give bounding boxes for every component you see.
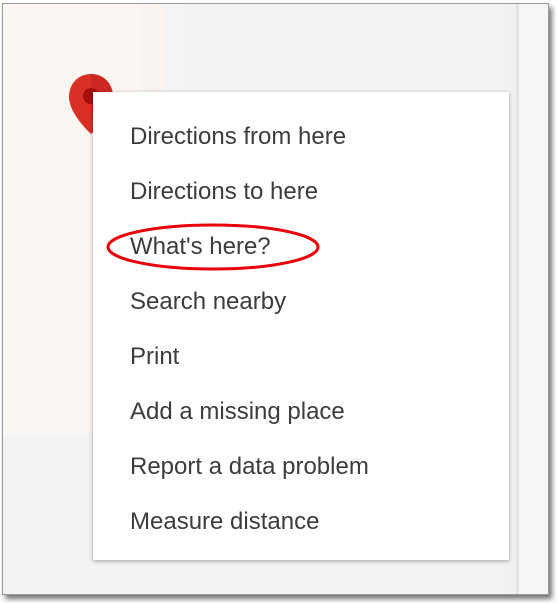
- menu-item-measure-distance[interactable]: Measure distance: [130, 502, 319, 542]
- map-area: [519, 4, 548, 594]
- menu-item-report-data-problem[interactable]: Report a data problem: [130, 447, 369, 487]
- menu-item-directions-from-here[interactable]: Directions from here: [130, 117, 346, 157]
- menu-item-search-nearby[interactable]: Search nearby: [130, 282, 286, 322]
- menu-item-directions-to-here[interactable]: Directions to here: [130, 172, 318, 212]
- menu-item-add-missing-place[interactable]: Add a missing place: [130, 392, 345, 432]
- map-road: [141, 4, 159, 94]
- menu-item-whats-here[interactable]: What's here?: [130, 227, 271, 267]
- menu-item-print[interactable]: Print: [130, 337, 179, 377]
- screenshot-frame: Directions from here Directions to here …: [2, 3, 549, 595]
- context-menu: Directions from here Directions to here …: [93, 92, 509, 560]
